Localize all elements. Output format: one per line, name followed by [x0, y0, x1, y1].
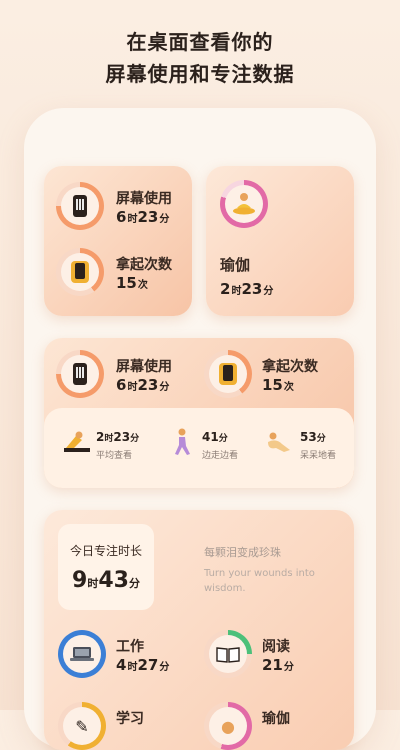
reading-label: 阅读: [262, 639, 290, 655]
screen-time-label-medium: 屏幕使用: [116, 359, 172, 375]
pickup-value: 15次: [116, 274, 148, 292]
study-icon: ✎: [75, 716, 89, 736]
quote-chinese: 每颗泪变成珍珠: [204, 546, 281, 559]
screen-time-value: 6时23分: [116, 208, 170, 226]
pickup-label-medium: 拿起次数: [262, 359, 318, 375]
screen-time-widget-small[interactable]: 屏幕使用 6时23分 拿起次数 15次: [44, 166, 192, 316]
pickup-ring: [56, 248, 104, 296]
hand-phone-icon: [71, 261, 89, 283]
stat-walking-label: 边走边看: [202, 451, 239, 461]
study-ring: ✎: [58, 702, 106, 750]
phone-icon: [73, 195, 87, 217]
work-value: 4时27分: [116, 656, 170, 674]
yoga-focus-ring: ●: [204, 702, 252, 750]
stat-average-label: 平均查看: [96, 451, 133, 461]
focus-total-box: 今日专注时长 9时43分: [58, 524, 154, 610]
screen-time-ring: [56, 182, 104, 230]
quote-english: Turn your wounds into wisdom.: [204, 568, 315, 594]
screen-time-ring-medium: [56, 350, 104, 398]
stat-idle-label: 呆呆地看: [300, 451, 337, 461]
yoga-value: 2时23分: [220, 280, 274, 298]
pickup-value-medium: 15次: [262, 376, 294, 394]
screen-time-label: 屏幕使用: [116, 191, 172, 207]
meditation-icon: [233, 193, 255, 215]
lying-person-icon: [64, 431, 90, 452]
focus-widget[interactable]: 今日专注时长 9时43分 每颗泪变成珍珠 Turn your wounds in…: [44, 510, 354, 750]
sitting-person-icon: [268, 432, 290, 452]
laptop-icon: [70, 647, 94, 661]
study-label: 学习: [116, 711, 144, 727]
headline-line-2: 屏幕使用和专注数据: [105, 62, 295, 86]
pickup-ring-medium: [204, 350, 252, 398]
book-icon: [216, 647, 240, 663]
hand-phone-icon: [219, 363, 237, 385]
stat-walking-value: 41分: [202, 430, 228, 444]
yoga-label: 瑜伽: [220, 256, 251, 274]
reading-value: 21分: [262, 656, 294, 674]
work-label: 工作: [116, 639, 144, 655]
work-ring: [58, 630, 106, 678]
phone-frame: 屏幕使用 6时23分 拿起次数 15次 瑜伽 2时23分 屏幕使用 6时23分 …: [24, 108, 376, 750]
pickup-label: 拿起次数: [116, 257, 172, 273]
yoga-widget[interactable]: 瑜伽 2时23分: [206, 166, 354, 316]
phone-icon: [73, 363, 87, 385]
usage-stats-panel: 2时23分 平均查看 41分 边走边看 53分 呆呆地看: [44, 408, 354, 488]
reading-ring: [204, 630, 252, 678]
stat-idle-value: 53分: [300, 430, 326, 444]
yoga-focus-label: 瑜伽: [262, 711, 290, 727]
focus-title: 今日专注时长: [69, 544, 142, 558]
walking-person-icon: [175, 428, 190, 455]
stat-average-value: 2时23分: [96, 430, 140, 444]
yoga-icon: ●: [221, 716, 235, 736]
focus-total-value: 9时43分: [72, 568, 140, 593]
yoga-ring: [220, 180, 268, 228]
screen-time-value-medium: 6时23分: [116, 376, 170, 394]
screen-time-widget-medium[interactable]: 屏幕使用 6时23分 拿起次数 15次 2时23分 平均查看 41分 边走边看 …: [44, 338, 354, 488]
headline-line-1: 在桌面查看你的: [126, 30, 274, 54]
